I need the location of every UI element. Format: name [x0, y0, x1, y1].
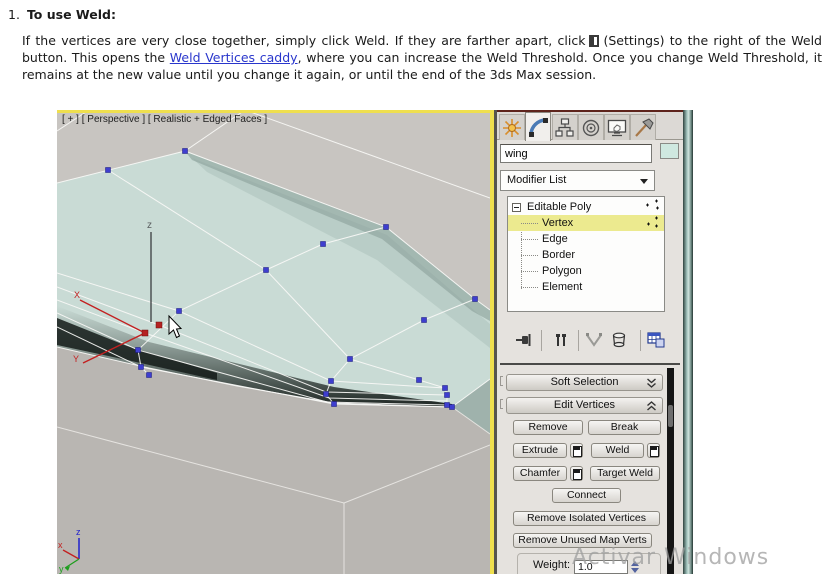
tab-display[interactable]	[604, 114, 630, 140]
stack-item-border[interactable]: Border	[508, 247, 664, 263]
object-name-input[interactable]	[500, 144, 652, 163]
rollout-edit-vertices[interactable]: Edit Vertices	[506, 397, 663, 414]
break-button[interactable]: Break	[588, 420, 661, 435]
modifier-list-label: Modifier List	[507, 174, 567, 186]
weight-label: Weight:	[533, 559, 571, 571]
chamfer-button[interactable]: Chamfer	[513, 466, 567, 481]
windows-activation-watermark: Activar Windows	[572, 545, 770, 570]
gizmo-y-label: Y	[73, 354, 79, 364]
tab-motion[interactable]	[578, 114, 604, 140]
motion-icon	[582, 119, 600, 136]
subobject-dots-icon	[647, 216, 658, 228]
rollout-soft-selection[interactable]: Soft Selection	[506, 374, 663, 391]
subobject-dots-icon	[646, 199, 659, 210]
viewport-scene: z X Y z x y	[57, 110, 491, 574]
hierarchy-icon	[555, 117, 574, 137]
tripod-y-label: y	[59, 564, 64, 574]
active-viewport-border-top	[57, 110, 494, 113]
tab-create[interactable]	[499, 114, 525, 140]
tripod-z-label: z	[76, 527, 81, 537]
pin-stack-icon[interactable]	[515, 331, 535, 349]
configure-modifier-sets-icon[interactable]	[647, 331, 665, 349]
remove-isolated-vertices-button[interactable]: Remove Isolated Vertices	[513, 511, 660, 526]
weld-button[interactable]: Weld	[591, 443, 644, 458]
command-panel: Modifier List Editable Poly Vertex	[497, 110, 683, 574]
stack-item-editable-poly[interactable]: Editable Poly	[508, 199, 664, 215]
chevron-double-up-icon	[647, 401, 656, 411]
stack-item-element[interactable]: Element	[508, 279, 664, 295]
heading-text: To use Weld:	[26, 7, 116, 22]
modifier-list-dropdown[interactable]: Modifier List	[500, 170, 655, 191]
tripod-x-label: x	[58, 540, 63, 550]
stack-item-edge[interactable]: Edge	[508, 231, 664, 247]
doc-heading: 1. To use Weld:	[8, 7, 116, 22]
command-panel-tabs	[497, 112, 683, 141]
perspective-viewport[interactable]: z X Y z x y [+] [Perspective] [Real…	[57, 110, 491, 574]
create-icon	[503, 118, 521, 137]
object-color-swatch[interactable]	[660, 143, 679, 159]
stack-toolbar	[497, 325, 683, 356]
adjacent-viewport-sliver	[683, 110, 693, 574]
target-weld-button[interactable]: Target Weld	[590, 466, 660, 481]
connect-button[interactable]: Connect	[552, 488, 621, 503]
chevron-double-down-icon	[647, 378, 656, 388]
settings-icon	[589, 35, 600, 47]
weld-settings-button[interactable]	[647, 443, 660, 458]
tab-modify[interactable]	[525, 112, 551, 141]
viewport-label[interactable]: [ + ] [ Perspective ] [ Realistic + Edge…	[62, 114, 267, 125]
tab-hierarchy[interactable]	[552, 114, 578, 140]
3dsmax-screenshot: z X Y z x y [+] [Perspective] [Real…	[57, 110, 693, 574]
collapse-minus-icon[interactable]	[512, 203, 521, 212]
scrollbar-thumb[interactable]	[668, 405, 673, 427]
make-unique-icon[interactable]	[585, 331, 603, 349]
doc-paragraph: If the vertices are very close together,…	[22, 32, 822, 83]
rollout-scrollbar[interactable]	[667, 368, 674, 574]
document-page: 1. To use Weld: If the vertices are very …	[0, 0, 827, 574]
show-end-result-icon[interactable]	[553, 331, 569, 349]
extrude-settings-button[interactable]	[570, 443, 583, 458]
utilities-icon	[635, 117, 654, 137]
extrude-button[interactable]: Extrude	[513, 443, 567, 458]
list-number: 1.	[8, 7, 20, 22]
gizmo-z-label: z	[147, 220, 152, 231]
tab-utilities[interactable]	[630, 114, 656, 140]
gizmo-x-label: X	[74, 290, 80, 300]
stack-item-vertex[interactable]: Vertex	[508, 215, 664, 231]
chevron-down-icon	[640, 179, 648, 184]
panel-separator	[500, 363, 680, 365]
remove-modifier-icon[interactable]	[610, 331, 628, 349]
stack-item-polygon[interactable]: Polygon	[508, 263, 664, 279]
remove-button[interactable]: Remove	[513, 420, 583, 435]
weld-vertices-caddy-link[interactable]: Weld Vertices caddy	[170, 50, 298, 65]
display-icon	[607, 119, 627, 136]
modify-icon	[529, 118, 548, 137]
para-text-1: If the vertices are very close together,…	[22, 33, 586, 48]
modifier-stack: Editable Poly Vertex Edge Border Polygon…	[507, 196, 665, 312]
chamfer-settings-button[interactable]	[570, 466, 583, 481]
